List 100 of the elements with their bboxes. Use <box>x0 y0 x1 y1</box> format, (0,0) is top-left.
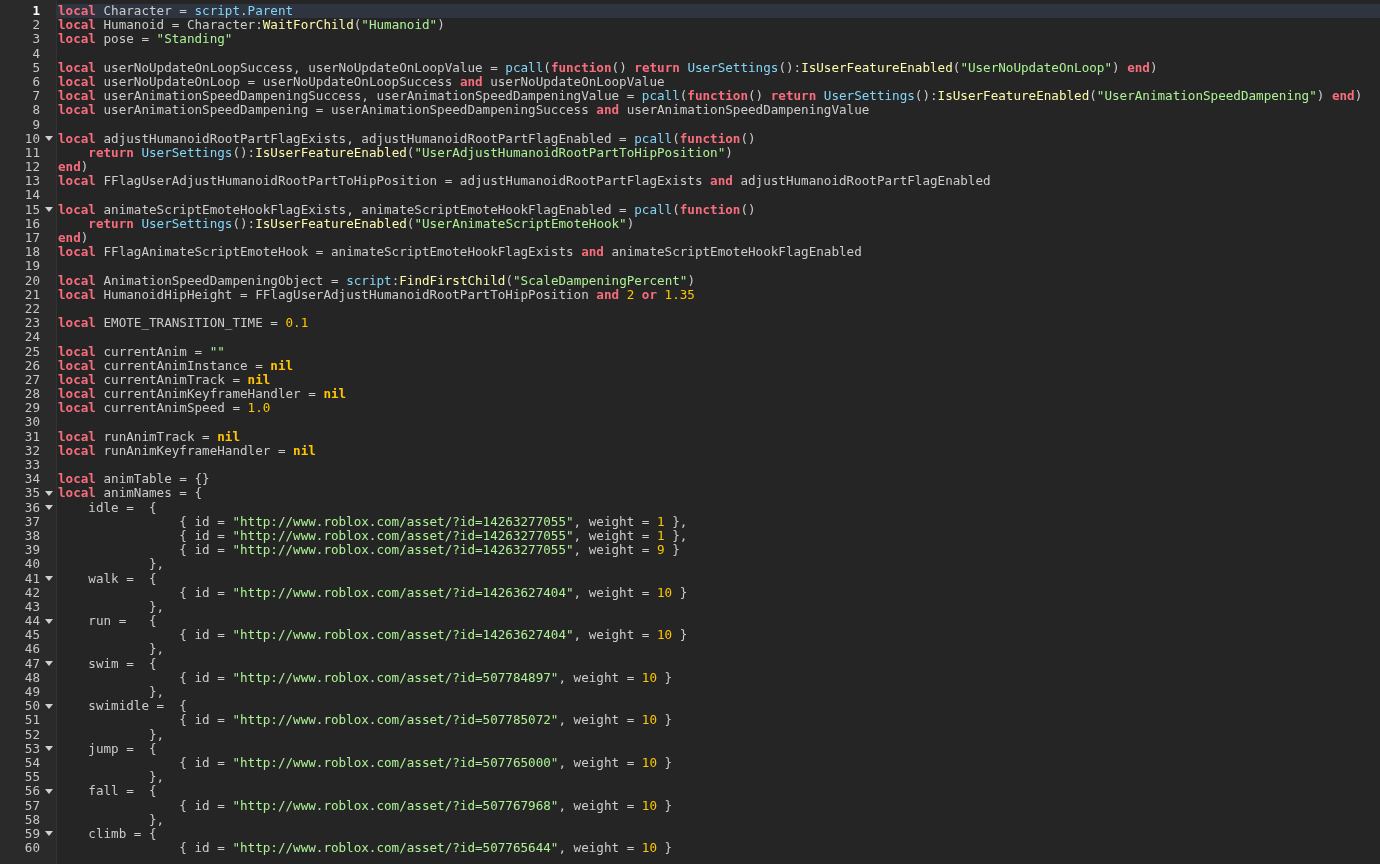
code-line: local userAnimationSpeedDampeningSuccess, userAnimationSpeedDampeningValue = pcall(function() return UserSettings():IsUserFeatureEnabled("UserAnimationSpeedDampening") end) <box>58 89 1363 104</box>
fold-triangle-icon[interactable] <box>44 136 53 142</box>
code-line: local FFlagAnimateScriptEmoteHook = animateScriptEmoteHookFlagExists and animateScriptEmoteHookFlagEnabled <box>58 245 862 260</box>
code-line: { id = "http://www.roblox.com/asset/?id=14263627404", weight = 10 } <box>178 628 688 643</box>
line-number: 1 <box>32 4 40 19</box>
line-number: 45 <box>24 628 40 643</box>
line-number: 13 <box>24 174 40 189</box>
code-line: walk = { <box>87 571 157 586</box>
line-number: 57 <box>24 798 40 813</box>
fold-triangle-icon[interactable] <box>44 207 53 213</box>
code-line: }, <box>148 557 165 572</box>
code-line: end) <box>58 231 89 246</box>
code-line: local Character = script.Parent <box>58 4 294 19</box>
line-number: 17 <box>24 231 40 246</box>
line-number: 7 <box>32 89 40 104</box>
line-number: 44 <box>24 614 40 629</box>
code-line: local AnimationSpeedDampeningObject = script:FindFirstChild("ScaleDampeningPercent") <box>58 273 695 288</box>
line-number: 22 <box>24 301 40 317</box>
line-number: 47 <box>24 656 40 671</box>
code-line: local Humanoid = Character:WaitForChild("Humanoid") <box>58 18 445 33</box>
line-number: 32 <box>24 443 40 458</box>
code-line: { id = "http://www.roblox.com/asset/?id=507784897", weight = 10 } <box>178 670 673 685</box>
code-line: run = { <box>87 614 157 629</box>
code-line: }, <box>148 770 165 785</box>
code-line: swimidle = { <box>87 699 187 714</box>
code-line: local userAnimationSpeedDampening = userAnimationSpeedDampeningSuccess and userAnimationSpeedDampeningValue <box>58 103 870 118</box>
code-line: { id = "http://www.roblox.com/asset/?id=14263277055", weight = 1 }, <box>178 514 688 529</box>
fold-triangle-icon[interactable] <box>44 788 53 794</box>
line-number: 54 <box>24 755 40 771</box>
code-line: { id = "http://www.roblox.com/asset/?id=14263277055", weight = 9 } <box>178 543 680 558</box>
code-line: climb = { <box>87 826 157 842</box>
code-line: local FFlagUserAdjustHumanoidRootPartToHipPosition = adjustHumanoidRootPartFlagExists and adjustHumanoidRootPartFlagEnabled <box>58 174 991 189</box>
code-line: local EMOTE_TRANSITION_TIME = 0.1 <box>58 316 309 331</box>
fold-triangle-icon[interactable] <box>44 746 53 752</box>
code-line: local adjustHumanoidRootPartFlagExists, adjustHumanoidRootPartFlagEnabled = pcall(function() <box>58 131 756 146</box>
line-number: 8 <box>32 103 40 118</box>
fold-triangle-icon[interactable] <box>44 505 53 511</box>
line-number: 19 <box>24 259 40 274</box>
code-line: local HumanoidHipHeight = FFlagUserAdjustHumanoidRootPartToHipPosition and 2 or 1.35 <box>58 287 695 302</box>
code-line: local pose = "Standing" <box>58 32 233 47</box>
line-number: 11 <box>24 145 40 161</box>
code-line: local currentAnimKeyframeHandler = nil <box>58 387 347 402</box>
fold-triangle-icon[interactable] <box>44 618 53 624</box>
code-line: local currentAnimTrack = nil <box>58 372 271 388</box>
line-number: 30 <box>24 415 40 430</box>
line-number: 23 <box>24 316 40 331</box>
line-number: 4 <box>32 46 40 61</box>
fold-triangle-icon[interactable] <box>44 831 53 837</box>
fold-triangle-icon[interactable] <box>44 661 53 667</box>
code-line: fall = { <box>87 784 157 799</box>
code-line: { id = "http://www.roblox.com/asset/?id=507765644", weight = 10 } <box>178 841 673 856</box>
code-line: local currentAnimInstance = nil <box>58 358 294 373</box>
code-line: idle = { <box>87 500 157 515</box>
line-number: 37 <box>24 514 40 529</box>
line-number: 26 <box>24 358 40 373</box>
line-number: 56 <box>24 784 40 799</box>
line-number: 55 <box>24 770 40 785</box>
code-line: }, <box>148 599 165 615</box>
code-line: return UserSettings():IsUserFeatureEnabled("UserAnimateScriptEmoteHook") <box>87 216 635 231</box>
line-number: 24 <box>24 330 40 345</box>
code-line: return UserSettings():IsUserFeatureEnabled("UserAdjustHumanoidRootPartToHipPosition") <box>87 145 733 161</box>
fold-triangle-icon[interactable] <box>44 490 53 496</box>
line-number: 20 <box>24 273 40 288</box>
code-line: }, <box>148 727 165 742</box>
line-number: 58 <box>24 812 40 827</box>
line-number: 15 <box>24 202 40 217</box>
line-number: 43 <box>24 599 40 615</box>
line-number: 10 <box>24 131 40 146</box>
line-number: 12 <box>24 160 40 175</box>
code-line: { id = "http://www.roblox.com/asset/?id=507765000", weight = 10 } <box>178 755 673 771</box>
line-number: 14 <box>24 188 40 203</box>
line-number: 27 <box>24 372 40 388</box>
code-line: local userNoUpdateOnLoop = userNoUpdateOnLoopSuccess and userNoUpdateOnLoopValue <box>58 74 665 90</box>
line-number: 21 <box>24 287 40 302</box>
line-number: 39 <box>24 543 40 558</box>
line-number: 53 <box>24 741 40 756</box>
line-number: 5 <box>32 60 40 75</box>
line-number: 60 <box>24 841 40 856</box>
code-line: local animateScriptEmoteHookFlagExists, animateScriptEmoteHookFlagEnabled = pcall(function() <box>58 202 756 217</box>
code-line: { id = "http://www.roblox.com/asset/?id=14263627404", weight = 10 } <box>178 585 688 600</box>
line-number: 38 <box>24 528 40 544</box>
code-line: jump = { <box>87 741 157 756</box>
fold-triangle-icon[interactable] <box>44 576 53 582</box>
line-number: 2 <box>32 18 40 33</box>
line-number: 51 <box>24 713 40 728</box>
line-number: 29 <box>24 401 40 416</box>
line-number: 41 <box>24 571 40 586</box>
line-number: 42 <box>24 585 40 600</box>
line-number: 16 <box>24 216 40 231</box>
code-line: swim = { <box>87 656 157 671</box>
line-number: 36 <box>24 500 40 515</box>
code-line: local runAnimTrack = nil <box>58 429 240 444</box>
code-line: local userNoUpdateOnLoopSuccess, userNoUpdateOnLoopValue = pcall(function() return UserSettings():IsUserFeatureEnabled("UserNoUpdateOnLoop") end) <box>58 60 1158 75</box>
code-line: local runAnimKeyframeHandler = nil <box>58 443 316 458</box>
line-number: 28 <box>24 387 40 402</box>
fold-triangle-icon[interactable] <box>44 703 53 709</box>
line-number: 9 <box>32 117 40 132</box>
line-number: 49 <box>24 685 40 700</box>
code-line: end) <box>58 160 89 175</box>
line-number: 59 <box>24 826 40 842</box>
